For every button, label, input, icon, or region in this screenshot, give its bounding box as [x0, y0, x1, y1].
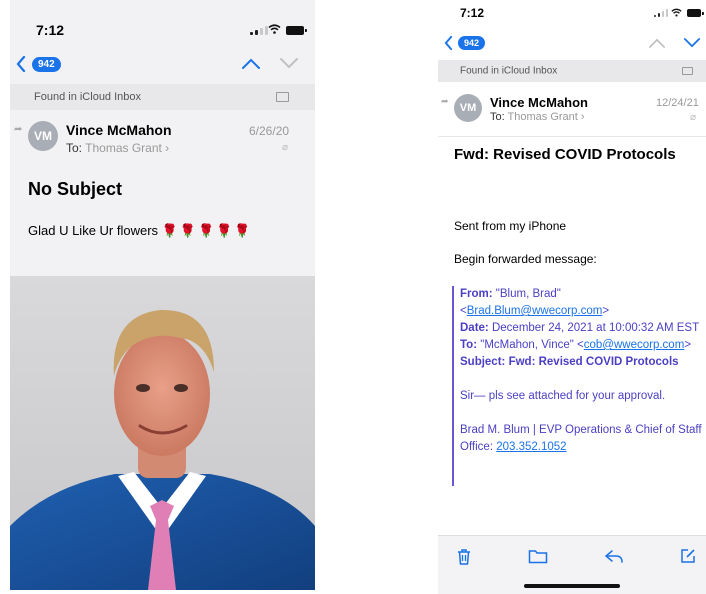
rose-emoji: 🌹 — [234, 223, 253, 238]
right-phone-screen: 7:12 942 Found in iCloud Inbox ➦ VM Vinc… — [438, 0, 706, 594]
previous-message-icon[interactable] — [242, 58, 260, 69]
trash-icon[interactable] — [456, 548, 472, 566]
home-indicator[interactable] — [524, 584, 620, 588]
quote-from-line: From: "Blum, Brad" <Brad.Blum@wwecorp.co… — [460, 288, 610, 317]
from-email-link[interactable]: Brad.Blum@wwecorp.com — [467, 305, 603, 317]
signal-icon — [250, 26, 268, 35]
quote-date-line: Date: December 24, 2021 at 10:00:32 AM E… — [460, 320, 706, 337]
attachment-icon: ⌀ — [690, 112, 697, 123]
message-text-content: Glad U Like Ur flowers — [28, 223, 159, 238]
signal-icon — [654, 9, 668, 17]
office-phone-link[interactable]: 203.352.1052 — [496, 441, 566, 453]
quote-to-line: To: "McMahon, Vince" <cob@wwecorp.com> — [460, 339, 691, 351]
found-label: Found in iCloud Inbox — [460, 65, 558, 77]
unread-badge[interactable]: 942 — [32, 57, 61, 72]
compose-icon[interactable] — [680, 548, 696, 564]
sent-from-line: Sent from my iPhone — [454, 219, 567, 233]
recipient-line[interactable]: To: Thomas Grant › — [66, 141, 169, 155]
status-bar: 7:12 — [438, 0, 706, 30]
message-subject: Fwd: Revised COVID Protocols — [454, 146, 676, 163]
inbox-tray-icon[interactable] — [682, 67, 693, 75]
sender-name[interactable]: Vince McMahon — [490, 95, 588, 110]
message-header: ➦ VM Vince McMahon To: Thomas Grant › 6/… — [10, 112, 315, 166]
wifi-icon — [268, 24, 281, 34]
to-name: "McMahon, Vince" — [480, 339, 574, 351]
back-chevron-icon[interactable] — [16, 56, 26, 72]
next-message-icon[interactable] — [684, 38, 700, 48]
attachment-icon: ⌀ — [282, 142, 289, 153]
reply-icon[interactable] — [604, 548, 624, 564]
recipient-line[interactable]: To: Thomas Grant › — [490, 111, 585, 123]
back-chevron-icon[interactable] — [444, 36, 453, 50]
replied-arrow-icon: ➦ — [14, 124, 23, 135]
rose-emoji: 🌹 — [179, 223, 199, 238]
date-label: Date: — [460, 322, 489, 334]
status-time: 7:12 — [460, 6, 485, 20]
to-email-link[interactable]: cob@wwecorp.com — [584, 339, 685, 351]
rose-emoji: 🌹 — [198, 223, 217, 238]
found-in-inbox-banner: Found in iCloud Inbox — [10, 84, 315, 110]
wifi-icon — [671, 8, 682, 17]
battery-icon — [687, 9, 704, 17]
next-message-icon[interactable] — [280, 58, 298, 69]
recipient-name: Thomas Grant — [507, 111, 578, 123]
avatar[interactable]: VM — [28, 121, 58, 151]
to-prefix: To: — [66, 141, 83, 155]
recipient-name: Thomas Grant — [85, 141, 162, 155]
subject-label: Subject: — [460, 356, 506, 368]
date-value: December 24, 2021 at 10:00:32 AM EST — [491, 322, 700, 334]
unread-badge[interactable]: 942 — [458, 36, 486, 50]
message-text: Glad U Like Ur flowers 🌹🌹🌹🌹🌹 — [28, 223, 253, 239]
mail-navigation: 942 — [10, 52, 315, 80]
left-phone-screen: 7:12 942 Found in iCloud Inbox ➦ VM Vinc… — [10, 0, 315, 590]
quote-signature: Brad M. Blum | EVP Operations & Chief of… — [460, 424, 702, 436]
status-time: 7:12 — [36, 22, 65, 38]
begin-forwarded-line: Begin forwarded message: — [454, 252, 597, 266]
forwarded-message-quote: From: "Blum, Brad" <Brad.Blum@wwecorp.co… — [452, 286, 706, 486]
message-date: 12/24/21 — [656, 97, 699, 109]
previous-message-icon[interactable] — [649, 38, 665, 48]
from-name: "Blum, Brad" — [495, 288, 561, 300]
message-body-area: No Subject Glad U Like Ur flowers 🌹🌹🌹🌹🌹 — [10, 166, 315, 276]
rose-emoji: 🌹 — [216, 223, 235, 238]
quote-office-line: Office: 203.352.1052 — [460, 439, 706, 456]
rose-emoji: 🌹 — [161, 223, 180, 238]
to-prefix: To: — [490, 111, 505, 123]
quote-subject-line: Subject: Fwd: Revised COVID Protocols — [460, 354, 706, 371]
folder-icon[interactable] — [528, 548, 548, 564]
message-header: ➦ VM Vince McMahon To: Thomas Grant › 12… — [438, 86, 706, 137]
mail-navigation: 942 — [438, 32, 706, 56]
replied-arrow-icon: ➦ — [441, 96, 449, 106]
battery-icon — [286, 26, 307, 35]
inbox-tray-icon[interactable] — [276, 92, 289, 102]
photo-attachment[interactable] — [10, 276, 315, 590]
sender-name[interactable]: Vince McMahon — [66, 122, 172, 138]
found-label: Found in iCloud Inbox — [34, 91, 142, 103]
found-in-inbox-banner: Found in iCloud Inbox — [438, 60, 706, 82]
to-label: To: — [460, 339, 478, 351]
office-label: Office: — [460, 441, 494, 453]
subject-value: Fwd: Revised COVID Protocols — [508, 356, 679, 368]
status-bar: 7:12 — [10, 0, 315, 50]
avatar[interactable]: VM — [454, 94, 482, 122]
message-date: 6/26/20 — [249, 124, 290, 138]
from-label: From: — [460, 288, 493, 300]
quote-message: Sir— pls see attached for your approval. — [460, 390, 666, 402]
message-subject: No Subject — [28, 179, 123, 199]
rose-emoji-row: 🌹🌹🌹🌹🌹 — [162, 223, 253, 238]
bottom-toolbar — [438, 535, 706, 594]
